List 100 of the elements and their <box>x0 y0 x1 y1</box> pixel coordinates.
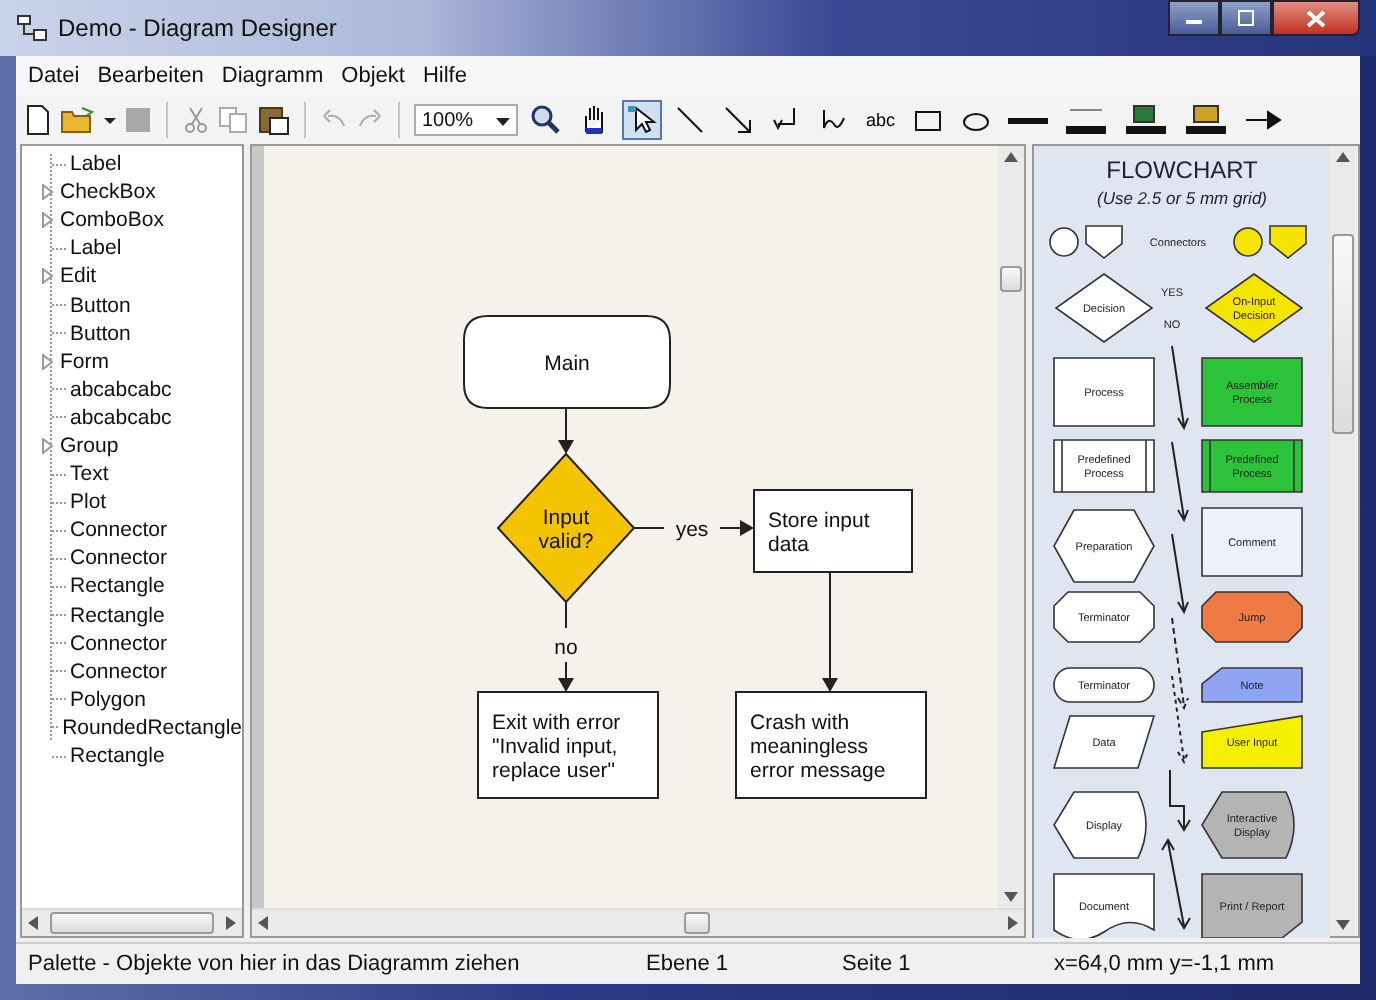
scroll-right-icon[interactable] <box>224 916 236 930</box>
tree-item[interactable]: Label <box>70 152 122 177</box>
tree-item[interactable]: Label <box>70 236 122 261</box>
tree-item[interactable]: Edit <box>60 264 97 289</box>
edge-label: yes <box>675 518 709 542</box>
tree-item[interactable]: Polygon <box>70 687 146 712</box>
predefined-shape[interactable] <box>1201 439 1303 493</box>
status-text: Palette - Objekte von hier in das Diagramm ziehen <box>26 952 522 976</box>
tree-item[interactable]: Text <box>70 462 109 487</box>
preparation-shape[interactable] <box>1053 509 1155 583</box>
line-icon <box>674 104 706 136</box>
scissors-icon[interactable] <box>182 104 210 136</box>
tree-item[interactable]: ComboBox <box>60 208 164 233</box>
predefined-shape[interactable] <box>1053 439 1155 493</box>
tree-item[interactable]: Rectangle <box>70 574 165 599</box>
status-text: Ebene 1 <box>644 952 730 976</box>
offpage-shape[interactable] <box>1269 225 1307 260</box>
scroll-thumb[interactable] <box>1000 266 1022 292</box>
process-node[interactable] <box>753 489 913 573</box>
tree-item[interactable]: RoundedRectangle <box>62 715 242 740</box>
tree-item[interactable]: Group <box>60 433 119 458</box>
tree-item[interactable]: Connector <box>70 659 167 684</box>
arrowhead-icon <box>1243 104 1284 136</box>
manual-shape[interactable] <box>1201 715 1303 769</box>
octagon-shape[interactable] <box>1053 591 1155 643</box>
terminator-node[interactable] <box>463 315 671 409</box>
vertical-scrollbar[interactable] <box>998 146 1024 908</box>
menu-item[interactable]: Diagramm <box>221 64 324 88</box>
maximize-button[interactable] <box>1220 0 1272 36</box>
scroll-down-icon[interactable] <box>1336 918 1350 930</box>
connector-arrow[interactable] <box>822 571 838 692</box>
tree-item[interactable]: CheckBox <box>60 180 156 205</box>
maximize-icon <box>1236 10 1256 26</box>
status-text: Seite 1 <box>840 952 913 976</box>
horizontal-scrollbar[interactable] <box>252 908 1024 936</box>
expand-arrow-icon[interactable] <box>42 353 54 370</box>
process-node[interactable] <box>735 691 927 799</box>
process-shape[interactable] <box>1201 357 1303 427</box>
clipboard-icon[interactable] <box>258 104 290 136</box>
tree-item[interactable]: Rectangle <box>70 744 165 769</box>
horizontal-scrollbar[interactable] <box>22 908 242 936</box>
new-document-icon[interactable] <box>24 104 52 136</box>
arrow-icon <box>722 104 754 136</box>
tree-item[interactable]: Form <box>60 349 109 374</box>
minimize-button[interactable] <box>1168 0 1220 36</box>
pointer-tool-button[interactable] <box>622 100 662 140</box>
tree-item[interactable]: Plot <box>70 490 107 515</box>
vertical-scrollbar[interactable] <box>1330 146 1356 936</box>
process-shape[interactable] <box>1201 507 1303 577</box>
expand-arrow-icon[interactable] <box>42 268 54 285</box>
edge-label: no <box>554 636 578 660</box>
tree-item[interactable]: Connector <box>70 546 167 571</box>
palette-title: FLOWCHART <box>1106 156 1258 184</box>
connector-arrow[interactable] <box>558 601 574 692</box>
expand-arrow-icon[interactable] <box>42 437 54 454</box>
tree-item[interactable]: abcabcabc <box>70 405 172 430</box>
offpage-shape[interactable] <box>1085 225 1123 260</box>
node-label: Crash with meaningless error message <box>750 711 886 783</box>
display-shape[interactable] <box>1201 791 1295 859</box>
process-shape[interactable] <box>1053 357 1155 427</box>
document-shape[interactable] <box>1053 873 1155 938</box>
display-shape[interactable] <box>1053 791 1147 859</box>
decision-shape[interactable] <box>1054 273 1154 343</box>
data-shape[interactable] <box>1052 715 1156 769</box>
process-node[interactable] <box>477 691 659 799</box>
scroll-left-icon[interactable] <box>258 916 270 930</box>
menu-item[interactable]: Objekt <box>341 64 405 88</box>
zoom-dropdown[interactable]: 100% <box>414 104 518 136</box>
node-label: Exit with error "Invalid input, replace user" <box>492 711 621 783</box>
scroll-up-icon[interactable] <box>1004 152 1018 164</box>
tree-item[interactable]: abcabcabc <box>70 377 172 402</box>
connector-arrow[interactable] <box>558 407 574 454</box>
close-button[interactable] <box>1272 0 1360 36</box>
tree-item[interactable]: Button <box>70 321 131 346</box>
text-tool-button[interactable]: abc <box>862 100 900 140</box>
scroll-right-icon[interactable] <box>1006 916 1018 930</box>
decision-node[interactable] <box>496 452 636 604</box>
scroll-left-icon[interactable] <box>28 916 40 930</box>
tree-item[interactable]: Rectangle <box>70 603 165 628</box>
report-shape[interactable] <box>1201 873 1303 938</box>
decision-shape[interactable] <box>1204 273 1304 343</box>
tree-item[interactable]: Connector <box>70 518 167 543</box>
app-icon <box>16 12 48 44</box>
tree-item[interactable]: Button <box>70 293 131 318</box>
tree-item[interactable]: Connector <box>70 631 167 656</box>
menu-item[interactable]: Hilfe <box>422 64 467 88</box>
folder-icon[interactable] <box>60 104 96 136</box>
scroll-up-icon[interactable] <box>1336 152 1350 164</box>
menu-item[interactable]: Datei <box>28 64 80 88</box>
fill-color-icon <box>1123 104 1168 136</box>
scroll-down-icon[interactable] <box>1004 890 1018 902</box>
scroll-thumb[interactable] <box>50 912 214 934</box>
menu-item[interactable]: Bearbeiten <box>97 64 204 88</box>
pill-shape[interactable] <box>1053 667 1155 703</box>
scroll-thumb[interactable] <box>1332 234 1354 434</box>
note-shape[interactable] <box>1201 667 1303 703</box>
octagon-shape[interactable] <box>1201 591 1303 643</box>
scroll-thumb[interactable] <box>684 912 710 934</box>
status-text: x=64,0 mm y=-1,1 mm <box>1052 952 1275 976</box>
diagram-canvas[interactable]: Main Input valid? Store input data Exit with error "Invalid input, replace user" Crash with meaningless error message yes no <box>252 146 998 912</box>
